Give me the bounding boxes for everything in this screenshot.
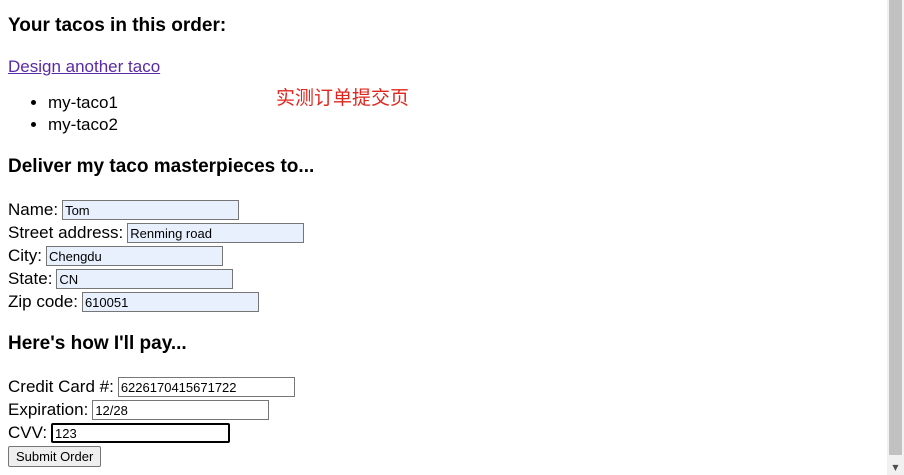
city-input[interactable] bbox=[46, 246, 223, 266]
taco-list: my-taco1 my-taco2 bbox=[8, 92, 118, 136]
zip-label: Zip code: bbox=[8, 292, 78, 311]
delivery-heading: Deliver my taco masterpieces to... bbox=[8, 156, 315, 177]
state-input[interactable] bbox=[56, 269, 234, 289]
street-row: Street address: bbox=[8, 222, 305, 244]
cvv-label: CVV: bbox=[8, 423, 48, 442]
expiration-label: Expiration: bbox=[8, 400, 89, 419]
order-heading: Your tacos in this order: bbox=[8, 15, 227, 36]
payment-heading: Here's how I'll pay... bbox=[8, 333, 187, 354]
credit-card-label: Credit Card #: bbox=[8, 377, 114, 396]
name-label: Name: bbox=[8, 200, 59, 219]
zip-input[interactable] bbox=[81, 292, 259, 312]
name-input[interactable] bbox=[62, 200, 240, 220]
scrollbar-thumb[interactable] bbox=[889, 0, 902, 455]
cvv-input[interactable] bbox=[51, 423, 231, 443]
cvv-row: CVV: bbox=[8, 422, 231, 444]
annotation-text: 实测订单提交页 bbox=[276, 87, 410, 109]
vertical-scrollbar[interactable]: ▼ bbox=[887, 0, 904, 475]
city-label: City: bbox=[8, 246, 42, 265]
street-input[interactable] bbox=[127, 223, 305, 243]
street-label: Street address: bbox=[8, 223, 124, 242]
expiration-row: Expiration: bbox=[8, 399, 270, 421]
submit-order-button[interactable]: Submit Order bbox=[8, 446, 102, 467]
expiration-input[interactable] bbox=[92, 400, 270, 420]
name-row: Name: bbox=[8, 199, 240, 221]
credit-card-input[interactable] bbox=[117, 377, 295, 397]
city-row: City: bbox=[8, 245, 223, 267]
design-another-taco-link[interactable]: Design another taco bbox=[8, 57, 160, 77]
zip-row: Zip code: bbox=[8, 291, 259, 313]
credit-card-row: Credit Card #: bbox=[8, 376, 295, 398]
state-label: State: bbox=[8, 269, 53, 288]
list-item: my-taco1 bbox=[48, 92, 118, 114]
scroll-down-arrow-icon[interactable]: ▼ bbox=[887, 461, 904, 473]
list-item: my-taco2 bbox=[48, 114, 118, 136]
state-row: State: bbox=[8, 268, 234, 290]
